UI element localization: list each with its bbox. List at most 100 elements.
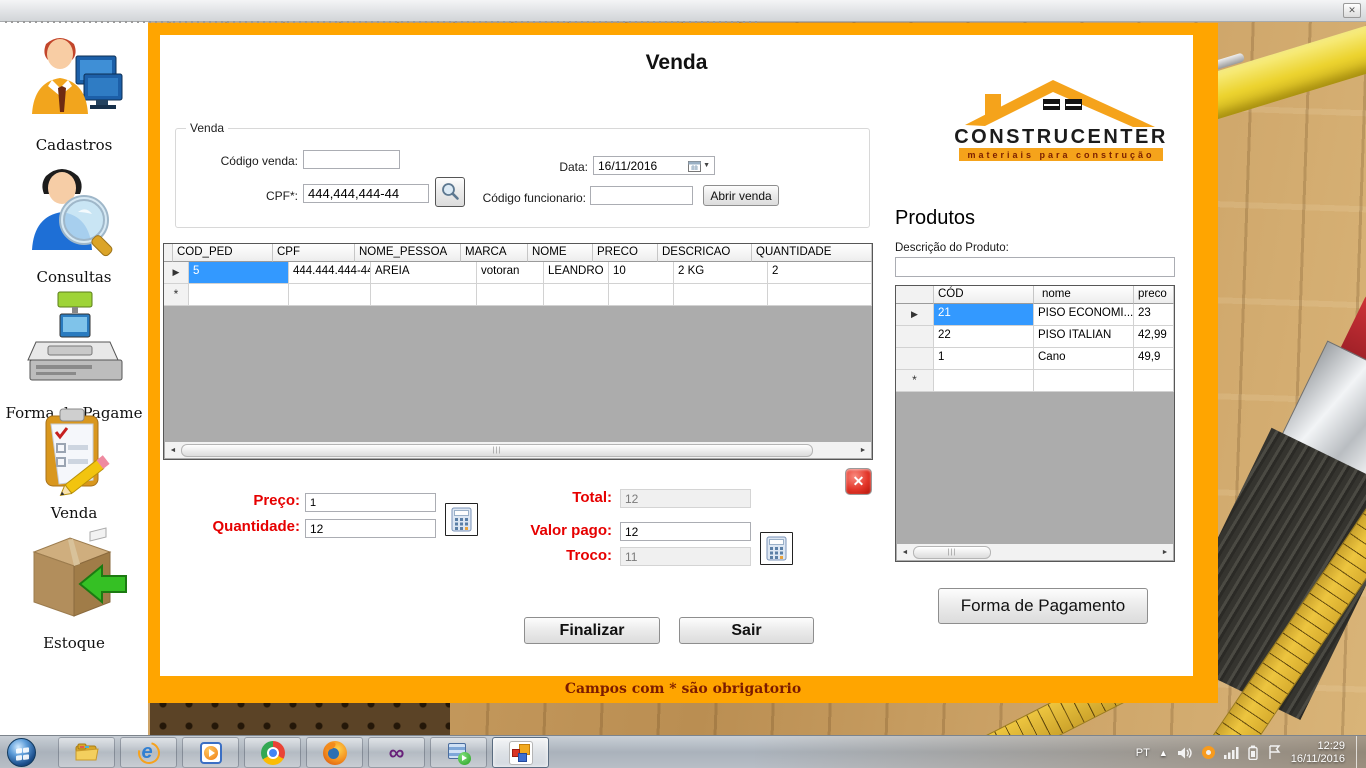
- cell-cpf[interactable]: 444.444.444-44: [289, 262, 371, 284]
- sql-server-taskbar-button[interactable]: [430, 737, 487, 768]
- explorer-taskbar-button[interactable]: [58, 737, 115, 768]
- empty-cell[interactable]: [544, 284, 609, 306]
- clear-close-button[interactable]: ✕: [845, 468, 872, 495]
- cell-preco[interactable]: 42,99: [1134, 326, 1174, 348]
- calc-troco-button[interactable]: [760, 532, 793, 565]
- cell-cod[interactable]: 1: [934, 348, 1034, 370]
- notification-app-icon[interactable]: [1201, 746, 1215, 759]
- battery-icon[interactable]: [1248, 745, 1258, 760]
- forma-pagamento-button[interactable]: Forma de Pagamento: [938, 588, 1148, 624]
- cell-preco[interactable]: 23: [1134, 304, 1174, 326]
- sidebar-item-forma-pagamento[interactable]: Forma de Pagame: [0, 290, 148, 422]
- chrome-taskbar-button[interactable]: [244, 737, 301, 768]
- cell-nome[interactable]: PISO ITALIAN: [1034, 326, 1134, 348]
- network-signal-icon[interactable]: [1223, 746, 1239, 759]
- cell-cod[interactable]: 22: [934, 326, 1034, 348]
- codigo-venda-input[interactable]: [303, 150, 400, 169]
- empty-cell[interactable]: [609, 284, 674, 306]
- scroll-left-icon[interactable]: ◄: [897, 549, 913, 556]
- cell-descricao[interactable]: 2 KG: [674, 262, 768, 284]
- column-header[interactable]: QUANTIDADE: [752, 244, 872, 262]
- sidebar-item-venda[interactable]: Venda: [0, 404, 148, 522]
- cell-nome[interactable]: Cano: [1034, 348, 1134, 370]
- empty-cell[interactable]: [371, 284, 477, 306]
- column-header[interactable]: preco: [1134, 286, 1174, 304]
- descricao-produto-input[interactable]: [895, 257, 1175, 277]
- media-player-taskbar-button[interactable]: [182, 737, 239, 768]
- calc-total-button[interactable]: [445, 503, 478, 536]
- column-header[interactable]: PRECO: [593, 244, 658, 262]
- action-center-flag-icon[interactable]: [1267, 745, 1282, 760]
- empty-cell[interactable]: [477, 284, 544, 306]
- user-computers-icon: [0, 30, 148, 134]
- order-grid-hscrollbar[interactable]: ◄ ||| ►: [165, 442, 871, 458]
- sidebar-item-label: Cadastros: [35, 136, 113, 154]
- preco-input[interactable]: [305, 493, 436, 512]
- column-header[interactable]: nome: [1034, 286, 1134, 304]
- chevron-down-icon: ▼: [703, 162, 710, 169]
- venda-app-taskbar-button[interactable]: [492, 737, 549, 768]
- cell-preco[interactable]: 10: [609, 262, 674, 284]
- sidebar-item-estoque[interactable]: Estoque: [0, 514, 148, 652]
- empty-cell[interactable]: [189, 284, 289, 306]
- produtos-grid-hscrollbar[interactable]: ◄ ||| ►: [897, 544, 1173, 560]
- cell-nome[interactable]: LEANDRO: [544, 262, 609, 284]
- cell-marca[interactable]: votoran: [477, 262, 544, 284]
- scroll-right-icon[interactable]: ►: [1157, 549, 1173, 556]
- scroll-left-icon[interactable]: ◄: [165, 447, 181, 454]
- clock[interactable]: 12:29 16/11/2016: [1291, 740, 1345, 766]
- table-row[interactable]: 1 Cano 49,9: [896, 348, 1174, 370]
- scroll-right-icon[interactable]: ►: [855, 447, 871, 454]
- abrir-venda-button[interactable]: Abrir venda: [703, 185, 779, 206]
- column-header[interactable]: NOME: [528, 244, 593, 262]
- language-indicator[interactable]: PT: [1136, 747, 1150, 759]
- sidebar-item-cadastros[interactable]: Cadastros: [0, 30, 148, 154]
- troco-input: [620, 547, 751, 566]
- cell-nome-pessoa[interactable]: AREIA: [371, 262, 477, 284]
- quantidade-input[interactable]: [305, 519, 436, 538]
- column-header[interactable]: CÓD: [934, 286, 1034, 304]
- data-datepicker[interactable]: 16/11/2016 ▼: [593, 156, 715, 175]
- empty-cell[interactable]: [289, 284, 371, 306]
- cell-cod-ped[interactable]: 5: [189, 262, 289, 284]
- cell-preco[interactable]: 49,9: [1134, 348, 1174, 370]
- codigo-funcionario-input[interactable]: [590, 186, 693, 205]
- cpf-input[interactable]: [303, 184, 429, 203]
- cpf-search-button[interactable]: [435, 177, 465, 207]
- empty-cell[interactable]: [768, 284, 872, 306]
- produtos-title: Produtos: [895, 207, 976, 229]
- visual-studio-taskbar-button[interactable]: ∞: [368, 737, 425, 768]
- empty-cell[interactable]: [1034, 370, 1134, 392]
- column-header[interactable]: MARCA: [461, 244, 528, 262]
- scrollbar-thumb[interactable]: |||: [181, 443, 813, 457]
- cell-nome[interactable]: PISO ECONOMI...: [1034, 304, 1134, 326]
- cell-quantidade[interactable]: 2: [768, 262, 872, 284]
- troco-label: Troco:: [566, 547, 612, 564]
- table-row[interactable]: 22 PISO ITALIAN 42,99: [896, 326, 1174, 348]
- produtos-grid-header: CÓD nome preco: [896, 286, 1174, 304]
- column-header[interactable]: DESCRICAO: [658, 244, 752, 262]
- speaker-icon[interactable]: [1177, 746, 1193, 760]
- column-header[interactable]: CPF: [273, 244, 355, 262]
- empty-cell[interactable]: [674, 284, 768, 306]
- cell-cod[interactable]: 21: [934, 304, 1034, 326]
- table-row[interactable]: ▶ 21 PISO ECONOMI... 23: [896, 304, 1174, 326]
- show-desktop-button[interactable]: [1356, 736, 1362, 768]
- start-button[interactable]: [7, 738, 36, 767]
- table-row-new[interactable]: *: [164, 284, 872, 306]
- column-header[interactable]: COD_PED: [173, 244, 273, 262]
- firefox-taskbar-button[interactable]: [306, 737, 363, 768]
- tray-expand-icon[interactable]: ▲: [1159, 748, 1168, 758]
- table-row-new[interactable]: *: [896, 370, 1174, 392]
- valor-pago-input[interactable]: [620, 522, 751, 541]
- column-header[interactable]: NOME_PESSOA: [355, 244, 461, 262]
- sidebar-item-consultas[interactable]: Consultas: [0, 160, 148, 286]
- finalizar-button[interactable]: Finalizar: [524, 617, 660, 644]
- empty-cell[interactable]: [934, 370, 1034, 392]
- internet-explorer-taskbar-button[interactable]: e: [120, 737, 177, 768]
- window-close-icon[interactable]: ✕: [1343, 3, 1361, 18]
- empty-cell[interactable]: [1134, 370, 1174, 392]
- table-row[interactable]: ▶ 5 444.444.444-44 AREIA votoran LEANDRO…: [164, 262, 872, 284]
- sair-button[interactable]: Sair: [679, 617, 814, 644]
- scrollbar-thumb[interactable]: |||: [913, 545, 991, 559]
